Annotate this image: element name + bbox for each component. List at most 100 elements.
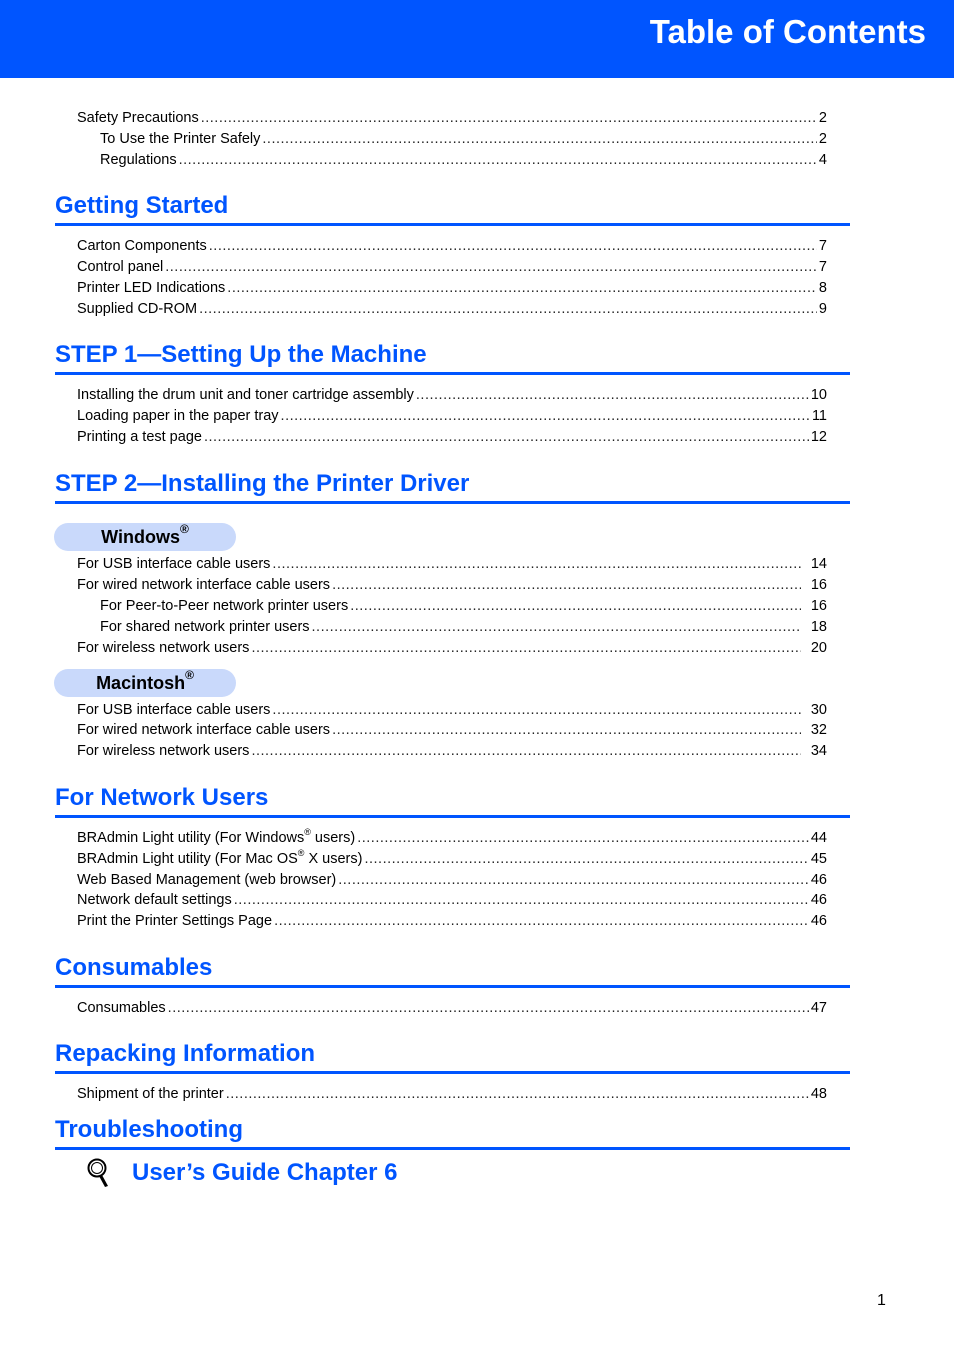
toc-entry-label: Carton Components <box>77 238 207 254</box>
toc-entry[interactable]: For wired network interface cable users 1… <box>77 575 827 596</box>
section-title: Repacking Information <box>55 1040 316 1067</box>
toc-entry[interactable]: Loading paper in the paper tray 11 <box>77 406 827 427</box>
toc-entry-page: 7 <box>818 238 827 254</box>
leader-dots <box>199 299 817 320</box>
toc-entry[interactable]: For USB interface cable users 30 <box>77 700 827 721</box>
toc-entry-page: 4 <box>818 152 827 168</box>
leader-dots <box>262 129 817 150</box>
toc-entry[interactable]: Web Based Management (web browser) 46 <box>77 870 827 891</box>
toc-entry[interactable]: Printer LED Indications 8 <box>77 278 827 299</box>
toc-entry-label: Safety Precautions <box>77 110 199 126</box>
toc-entry[interactable]: BRAdmin Light utility (For Windows® user… <box>77 828 827 849</box>
toc-entry-label: Control panel <box>77 259 164 275</box>
toc-entry[interactable]: To Use the Printer Safely 2 <box>100 129 827 150</box>
leader-dots <box>416 385 809 406</box>
toc-entry-page: 18 <box>810 619 827 635</box>
toc-entry-label: For wireless network users <box>77 640 250 656</box>
toc-entry-label: Print the Printer Settings Page <box>77 913 273 929</box>
toc-entry-page: 10 <box>810 387 827 403</box>
toc-entry-page: 45 <box>810 851 827 867</box>
toc-entry[interactable]: Printing a test page 12 <box>77 427 827 448</box>
registered-mark: ® <box>180 522 189 536</box>
users-guide-link[interactable]: User’s Guide Chapter 6 <box>132 1159 397 1187</box>
label-part: BRAdmin Light utility (For Mac OS <box>77 851 298 867</box>
leader-dots <box>350 596 801 617</box>
leader-dots <box>272 554 801 575</box>
subsection-label: Macintosh <box>96 673 186 693</box>
toc-entry[interactable]: For shared network printer users 18 <box>100 617 827 638</box>
toc-entry-label: Loading paper in the paper tray <box>77 408 279 424</box>
toc-entry-label: For USB interface cable users <box>77 702 271 718</box>
toc-entry[interactable]: For wired network interface cable users 3… <box>77 720 827 741</box>
toc-entry-page: 32 <box>810 722 827 738</box>
toc-entry[interactable]: Print the Printer Settings Page 46 <box>77 911 827 932</box>
leader-dots <box>209 236 817 257</box>
leader-dots <box>332 720 801 741</box>
leader-dots <box>165 257 817 278</box>
toc-entry-page: 46 <box>810 913 827 929</box>
toc-entry-label: For wireless network users <box>77 743 250 759</box>
header-banner: Table of Contents <box>0 0 954 78</box>
toc-entry-page: 30 <box>810 702 827 718</box>
leader-dots <box>234 890 809 911</box>
leader-dots <box>168 998 809 1019</box>
toc-entry[interactable]: Safety Precautions 2 <box>77 108 827 129</box>
toc-entry[interactable]: For wireless network users 34 <box>77 741 827 762</box>
toc-entry[interactable]: For wireless network users 20 <box>77 638 827 659</box>
section-heading-getting-started: Getting Started <box>55 189 850 226</box>
toc-entry-label: Consumables <box>77 1000 166 1016</box>
toc-entry-page: 46 <box>810 872 827 888</box>
toc-entry[interactable]: Shipment of the printer 48 <box>77 1084 827 1105</box>
toc-entry[interactable]: Control panel 7 <box>77 257 827 278</box>
toc-entry-page: 16 <box>810 598 827 614</box>
section-heading-network-users: For Network Users <box>55 781 850 818</box>
toc-entry-label: For wired network interface cable users <box>77 722 331 738</box>
leader-dots <box>227 278 817 299</box>
toc-entry[interactable]: Network default settings 46 <box>77 890 827 911</box>
section-title: STEP 1—Setting Up the Machine <box>55 341 427 368</box>
page-title: Table of Contents <box>649 13 926 50</box>
leader-dots <box>312 617 801 638</box>
users-guide-reference[interactable]: User’s Guide Chapter 6 <box>86 1155 397 1191</box>
leader-dots <box>251 638 801 659</box>
toc-entry-page: 16 <box>810 577 827 593</box>
toc-entry-page: 9 <box>818 301 827 317</box>
magnifier-icon <box>87 1158 108 1187</box>
toc-entry-label: To Use the Printer Safely <box>100 131 261 147</box>
leader-dots <box>364 849 808 870</box>
leader-dots <box>226 1084 809 1105</box>
toc-entry-page: 20 <box>810 640 827 656</box>
toc-entry[interactable]: For Peer-to-Peer network printer users 16 <box>100 596 827 617</box>
toc-entry-label: For shared network printer users <box>100 619 310 635</box>
leader-dots <box>251 741 801 762</box>
toc-entry-label: BRAdmin Light utility (For Windows® user… <box>77 828 355 849</box>
section-heading-step2: STEP 2—Installing the Printer Driver <box>55 467 850 504</box>
toc-entry-page: 2 <box>818 131 827 147</box>
section-title: STEP 2—Installing the Printer Driver <box>55 470 470 497</box>
toc-entry-label: Installing the drum unit and toner cartr… <box>77 387 414 403</box>
toc-entry[interactable]: Supplied CD-ROM 9 <box>77 299 827 320</box>
registered-mark: ® <box>304 828 311 838</box>
toc-entry[interactable]: Carton Components 7 <box>77 236 827 257</box>
section-heading-troubleshooting: Troubleshooting <box>55 1113 850 1150</box>
toc-entry-page: 48 <box>810 1086 827 1102</box>
label-part: BRAdmin Light utility (For Windows <box>77 830 305 846</box>
windows-subsection-tab: Windows® <box>54 523 236 551</box>
toc-entry[interactable]: For USB interface cable users 14 <box>77 554 827 575</box>
leader-dots <box>332 575 801 596</box>
leader-dots <box>179 150 817 171</box>
label-part: users) <box>310 830 356 846</box>
toc-entry-label: Supplied CD-ROM <box>77 301 198 317</box>
toc-entry-page: 46 <box>810 892 827 908</box>
toc-entry[interactable]: Installing the drum unit and toner cartr… <box>77 385 827 406</box>
toc-entry[interactable]: Consumables 47 <box>77 998 827 1019</box>
toc-entry-label: Web Based Management (web browser) <box>77 872 337 888</box>
toc-entry[interactable]: Regulations 4 <box>100 150 827 171</box>
toc-entry-label: Printing a test page <box>77 429 202 445</box>
toc-entry[interactable]: BRAdmin Light utility (For Mac OS® X use… <box>77 849 827 870</box>
leader-dots <box>272 700 801 721</box>
toc-entry-page: 7 <box>818 259 827 275</box>
section-title: Consumables <box>55 954 213 981</box>
toc-entry-label: For wired network interface cable users <box>77 577 331 593</box>
label-part: X users) <box>304 851 363 867</box>
